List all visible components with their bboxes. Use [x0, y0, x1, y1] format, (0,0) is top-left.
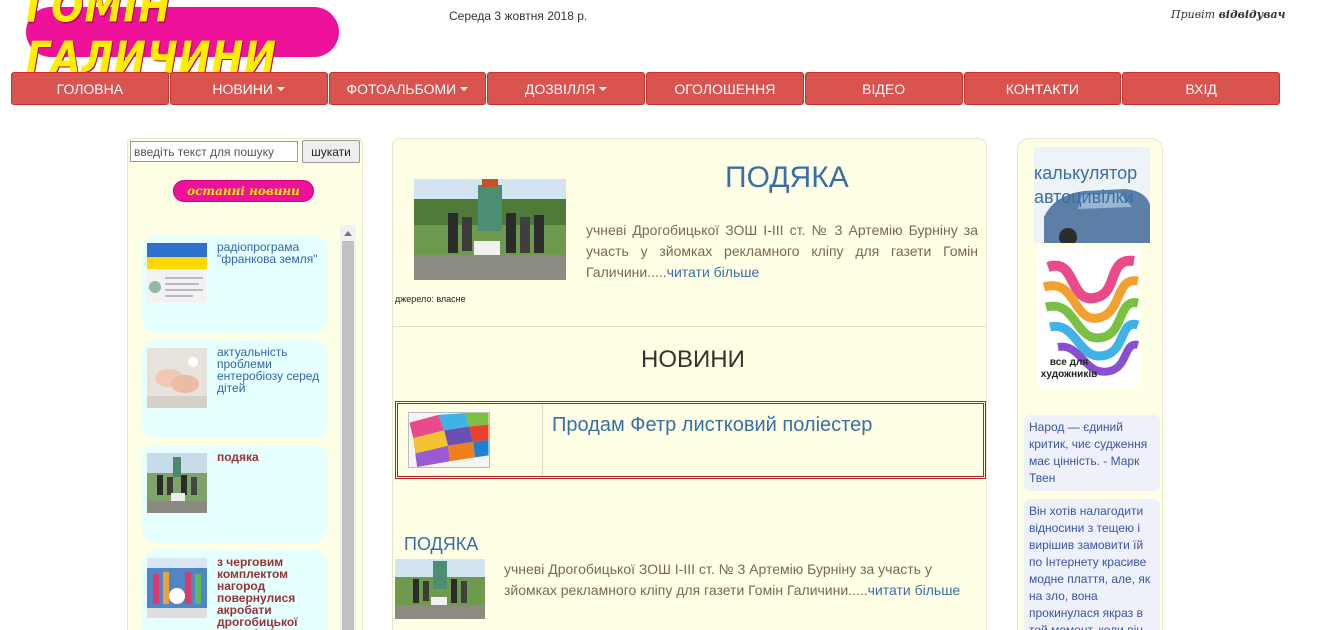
news-scrollbar[interactable] [340, 225, 356, 630]
search-input[interactable] [130, 141, 298, 162]
main-content: ПОДЯКА учневі Дрогобицької ЗОШ І-ІІІ ст.… [392, 138, 987, 630]
read-more-link[interactable]: читати більше [667, 264, 760, 280]
featured-body: учневі Дрогобицької ЗОШ І-ІІІ ст. № 3 Ар… [586, 222, 978, 280]
featured-image[interactable] [414, 179, 566, 280]
nav-item-label: КОНТАКТИ [1005, 80, 1079, 97]
news-title[interactable]: з черговим комплектом нагород повернулис… [217, 556, 327, 630]
greeting-name: відвідувач [1218, 8, 1286, 21]
nav-item-ads[interactable]: ОГОЛОШЕННЯ [646, 72, 804, 105]
list-item[interactable]: подяка [142, 445, 328, 543]
user-greeting: Привіт відвідувач [1171, 8, 1285, 21]
featured-title[interactable]: ПОДЯКА [725, 161, 849, 195]
nav-item-home[interactable]: ГОЛОВНА [11, 72, 169, 105]
classified-ad[interactable]: Продам Фетр листковий поліестер [395, 401, 986, 479]
nav-item-leisure[interactable]: ДОЗВІЛЛЯ [487, 72, 645, 105]
section-divider [393, 326, 986, 327]
search-button[interactable]: шукати [302, 140, 360, 163]
joke-card: Він хотів налагодити відносини з тещею і… [1024, 499, 1160, 630]
ad-thumbnail [408, 412, 490, 468]
logo-text: ГОМІН ГАЛИЧИНИ [26, 0, 278, 83]
news-title[interactable]: подяка [217, 451, 327, 463]
caret-down-icon [276, 86, 285, 91]
nav-item-login[interactable]: ВХІД [1122, 72, 1280, 105]
nav-item-label: ГОЛОВНА [56, 80, 124, 97]
nav-item-label: ОГОЛОШЕННЯ [674, 80, 776, 97]
art-supplies-label[interactable]: все для художників [1038, 357, 1100, 381]
nav-item-label: ФОТОАЛЬБОМИ [346, 80, 457, 97]
news-title[interactable]: радіопрограма "франкова земля" [217, 241, 327, 265]
news-thumbnail [147, 348, 207, 408]
main-nav: ГОЛОВНА НОВИНИ ФОТОАЛЬБОМИ ДОЗВІЛЛЯ ОГОЛ… [11, 72, 1280, 105]
page: ГОМІН ГАЛИЧИНИ Середа 3 жовтня 2018 р. П… [0, 0, 1320, 630]
article-image[interactable] [395, 559, 485, 619]
caret-down-icon [599, 86, 608, 91]
current-date: Середа 3 жовтня 2018 р. [449, 9, 588, 23]
nav-item-contacts[interactable]: КОНТАКТИ [963, 72, 1122, 105]
list-item[interactable]: актуальність проблеми ентеробіозу серед … [142, 340, 328, 438]
ad-divider [542, 404, 543, 476]
article-title[interactable]: ПОДЯКА [404, 534, 478, 555]
quote-text: Народ — єдиний критик, чиє судження має … [1029, 420, 1148, 485]
news-title[interactable]: актуальність проблеми ентеробіозу серед … [217, 346, 327, 394]
left-sidebar: шукати останні новини радіопрограма "фра… [127, 138, 363, 630]
latest-news-list: радіопрограма "франкова земля" актуальні… [142, 227, 344, 630]
greeting-prefix: Привіт [1171, 8, 1216, 21]
nav-item-label: ДОЗВІЛЛЯ [524, 80, 596, 97]
right-sidebar: калькулятор автоцивілки все для художник… [1017, 138, 1163, 630]
article-read-more-link[interactable]: читати більше [868, 582, 961, 598]
featured-text: учневі Дрогобицької ЗОШ І-ІІІ ст. № 3 Ар… [586, 220, 978, 283]
calculator-label[interactable]: калькулятор автоцивілки [1034, 161, 1150, 209]
art-supplies-banner[interactable]: все для художників [1038, 247, 1140, 387]
news-thumbnail [147, 243, 207, 303]
quote-card: Народ — єдиний критик, чиє судження має … [1024, 415, 1160, 491]
news-thumbnail [147, 558, 207, 618]
scroll-up-icon[interactable] [344, 231, 352, 236]
news-section-title: НОВИНИ [641, 346, 745, 373]
news-thumbnail [147, 453, 207, 513]
latest-news-badge: останні новини [173, 180, 314, 202]
featured-source: джерело: власне [395, 294, 466, 304]
calculator-banner[interactable]: калькулятор автоцивілки [1034, 147, 1150, 243]
nav-item-photo-albums[interactable]: ФОТОАЛЬБОМИ [328, 72, 487, 105]
list-item[interactable]: з черговим комплектом нагород повернулис… [142, 550, 328, 630]
scrollbar-thumb[interactable] [342, 241, 354, 630]
nav-item-news[interactable]: НОВИНИ [169, 72, 328, 105]
caret-down-icon [460, 86, 469, 91]
nav-item-label: НОВИНИ [212, 80, 273, 97]
list-item[interactable]: радіопрограма "франкова земля" [142, 235, 328, 333]
article-text: учневі Дрогобицької ЗОШ І-ІІІ ст. № 3 Ар… [504, 559, 974, 601]
site-logo[interactable]: ГОМІН ГАЛИЧИНИ [26, 0, 339, 83]
nav-item-label: ВХІД [1185, 80, 1217, 97]
nav-item-video[interactable]: ВІДЕО [804, 72, 963, 105]
ad-title[interactable]: Продам Фетр листковий поліестер [552, 414, 872, 437]
joke-text: Він хотів налагодити відносини з тещею і… [1029, 504, 1151, 630]
latest-news-label: останні новини [187, 184, 300, 198]
nav-item-label: ВІДЕО [862, 80, 906, 97]
